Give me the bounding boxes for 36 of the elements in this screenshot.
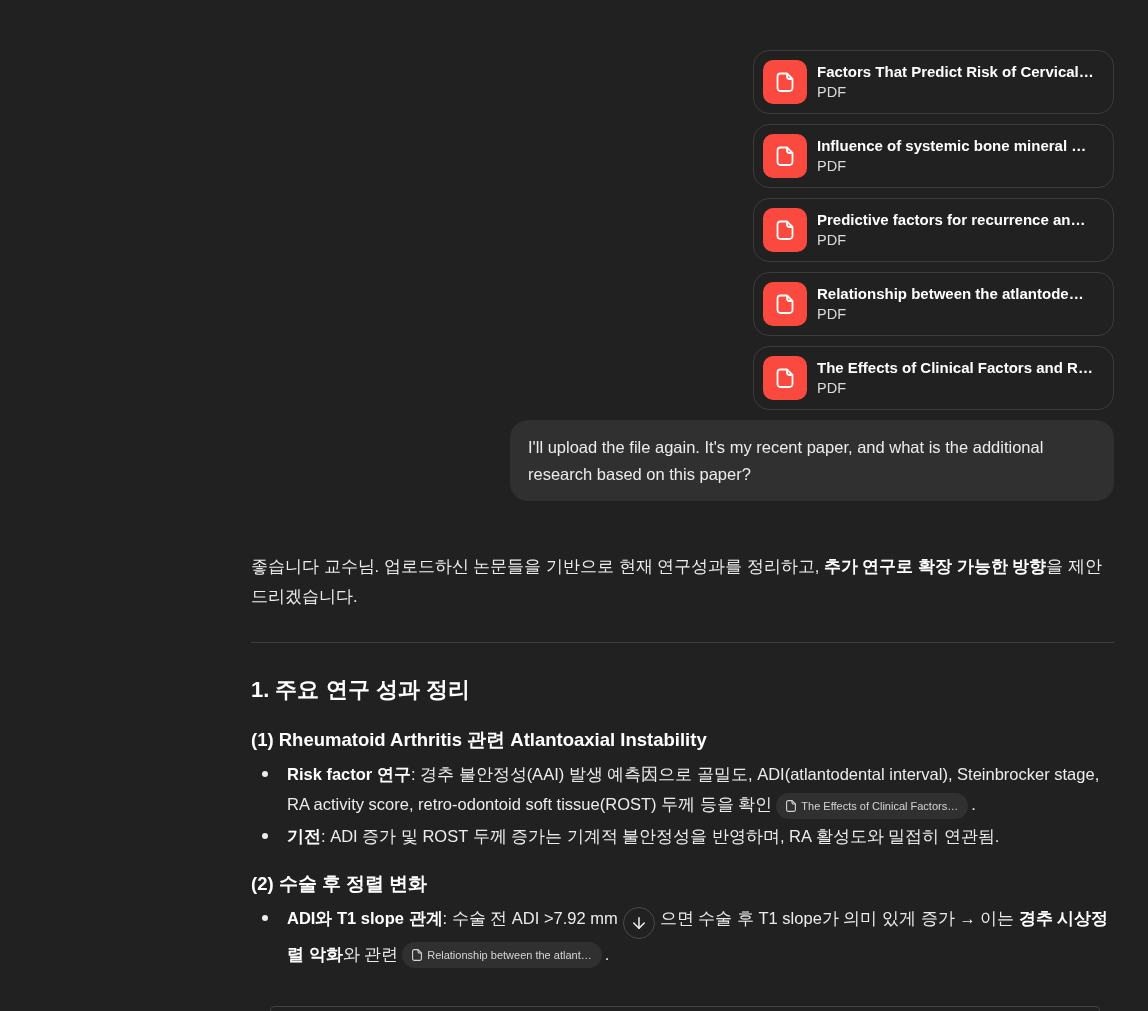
bullet-text: Risk factor 연구: 경추 불안정성(AAI) 발생 예측因으로 골밀도, ADI(atlantodental interval), Steinbrocker stage, RA activity score, retro-odontoid soft tissue(ROST) 두께 등을 확인 The Effects of Clinical Factors… . xyxy=(287,759,1114,821)
subsection-heading: (2) 수술 후 정렬 변화 xyxy=(251,871,429,896)
citation-chip[interactable]: The Effects of Clinical Factors… xyxy=(776,792,969,819)
file-card[interactable]: Relationship between the atlantode… PDF xyxy=(753,272,1114,336)
bullet-icon xyxy=(262,771,268,777)
file-title: Relationship between the atlantode… xyxy=(817,284,1084,304)
file-title: Factors That Predict Risk of Cervical… xyxy=(817,62,1094,82)
section-heading: 1. 주요 연구 성과 정리 xyxy=(251,676,471,704)
file-type-label: PDF xyxy=(817,379,846,398)
bullet-icon xyxy=(262,832,268,839)
response-paragraph: 좋습니다 교수님. 업로드하신 논문들을 기반으로 현재 연구성과를 정리하고, 추가 연구로 확장 가능한 방향을 제안드리겠습니다. xyxy=(251,556,1103,607)
file-type-label: PDF xyxy=(817,305,846,324)
citation-chip[interactable]: Relationship between the atlant… xyxy=(402,942,602,969)
file-icon xyxy=(763,282,807,326)
file-card[interactable]: The Effects of Clinical Factors and R… PDF xyxy=(753,346,1114,410)
file-card[interactable]: Factors That Predict Risk of Cervical… PDF xyxy=(753,50,1114,114)
file-title: Predictive factors for recurrence an… xyxy=(817,210,1086,230)
bullet-icon xyxy=(262,914,268,921)
file-icon xyxy=(763,60,807,104)
file-icon xyxy=(786,799,797,812)
scroll-down-button[interactable] xyxy=(622,906,655,939)
file-icon xyxy=(412,949,423,962)
bullet-text: 기전: ADI 증가 및 ROST 두께 증가는 기계적 불안정성을 반영하며, RA 활성도와 밀접히 연관됨. xyxy=(287,825,1000,847)
user-message-bubble: I'll upload the file again. It's my recent paper, and what is the additional research based on this paper? xyxy=(510,420,1114,501)
bullet-text: ADI와 T1 slope 관계: 수술 전 ADI >7.92 mm 으면 수술 후 T1 slope가 의미 있게 증가 → 이는 경추 시상정렬 악화와 관련 Relationship between the atlant… . xyxy=(287,902,1114,971)
file-type-label: PDF xyxy=(817,83,846,102)
file-type-label: PDF xyxy=(817,157,846,176)
file-card[interactable]: Predictive factors for recurrence an… PDF xyxy=(753,198,1114,262)
file-title: Influence of systemic bone mineral … xyxy=(817,136,1087,156)
file-title: The Effects of Clinical Factors and R… xyxy=(817,358,1093,378)
file-card[interactable]: Influence of systemic bone mineral … PDF xyxy=(753,124,1114,188)
file-icon xyxy=(763,356,807,400)
file-icon xyxy=(763,208,807,252)
subsection-heading: (1) Rheumatoid Arthritis 관련 Atlantoaxial Instability xyxy=(251,728,708,752)
file-type-label: PDF xyxy=(817,231,846,250)
file-icon xyxy=(763,134,807,178)
